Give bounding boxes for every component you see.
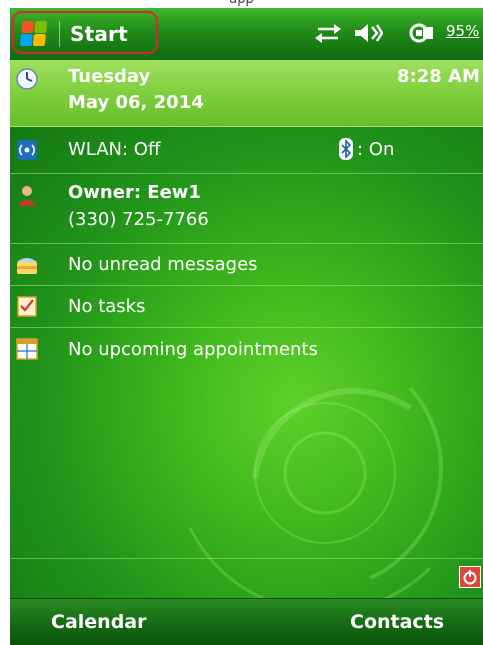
calendar-softkey[interactable]: Calendar [51,611,146,633]
owner-name: Owner: Eew1 [68,182,201,203]
owner-row[interactable]: Owner: Eew1 (330) 725-7766 [10,174,483,244]
screenshot-caption: app [0,0,483,8]
power-off-button[interactable] [459,566,481,588]
calendar-icon [16,338,38,360]
windows-logo-icon [19,21,49,47]
time-label: 8:28 AM [397,66,480,87]
clock-icon [16,68,38,90]
battery-percent[interactable]: 95% [446,22,479,40]
tasks-row[interactable]: No tasks [10,286,483,328]
bluetooth-icon [339,138,353,160]
messages-row[interactable]: No unread messages [10,244,483,286]
volume-muted-icon[interactable] [353,22,383,44]
bluetooth-status[interactable]: : On [357,139,394,160]
power-icon [463,570,477,585]
wlan-icon [17,140,37,160]
appointments-row[interactable]: No upcoming appointments [10,328,483,372]
title-bar: Start 95% [10,8,483,61]
owner-phone: (330) 725-7766 [68,209,209,230]
appointments-label: No upcoming appointments [68,339,318,360]
messages-label: No unread messages [68,254,258,275]
wlan-status[interactable]: WLAN: Off [68,139,160,160]
today-screen: Start 95% Tuesday May 06, 2014 8:28 AM W… [10,8,483,645]
messages-icon [17,258,37,274]
connectivity-row[interactable]: WLAN: Off : On [10,127,483,174]
bottom-divider [10,558,483,559]
contacts-softkey[interactable]: Contacts [350,611,444,633]
data-sync-icon[interactable] [314,22,342,44]
day-label: Tuesday [68,66,151,87]
owner-icon [18,186,36,206]
start-button[interactable]: Start [12,11,158,54]
date-time-row[interactable]: Tuesday May 06, 2014 8:28 AM [10,60,483,127]
soft-key-bar: Calendar Contacts [10,598,483,645]
start-label: Start [70,22,128,46]
power-plug-icon[interactable] [405,22,435,44]
tasks-icon [17,296,37,317]
tasks-label: No tasks [68,296,146,317]
date-label: May 06, 2014 [68,92,204,113]
start-separator [59,21,60,47]
